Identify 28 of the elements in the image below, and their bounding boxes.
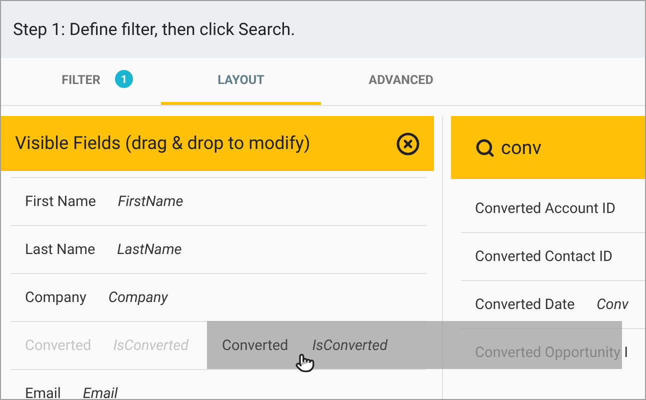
field-row[interactable]: First Name FirstName [11, 177, 426, 225]
field-api-name: LastName [117, 241, 182, 258]
field-api-name: IsConverted [312, 336, 388, 354]
search-field[interactable]: conv [501, 136, 601, 159]
field-label: Converted Contact ID [475, 248, 613, 265]
field-api-name: FirstName [118, 193, 184, 210]
field-label: First Name [25, 193, 96, 210]
field-api-name: Conv [596, 296, 628, 313]
tab[interactable]: LAYOUT [161, 58, 321, 105]
close-icon[interactable] [396, 132, 420, 156]
search-icon [475, 138, 495, 158]
tab[interactable]: ADVANCED [321, 58, 481, 105]
field-api-name: Email [82, 385, 118, 399]
field-row[interactable]: Last Name LastName [11, 225, 426, 273]
field-label: Converted [222, 336, 288, 354]
field-row[interactable]: Converted Contact ID [461, 232, 645, 280]
panel-title: Visible Fields (drag & drop to modify) [15, 133, 312, 154]
field-label: Email [25, 385, 61, 399]
field-row[interactable]: Converted Account ID [461, 185, 645, 232]
hand-cursor-icon [295, 353, 315, 373]
field-label: Last Name [25, 241, 96, 258]
count-badge: 1 [115, 70, 133, 88]
field-api-name: Company [108, 289, 168, 306]
field-label: Converted Account ID [475, 200, 616, 217]
step-title: Step 1: Define filter, then click Search. [13, 20, 296, 40]
field-label: Converted Date [475, 296, 575, 313]
field-label: Company [25, 289, 86, 306]
tab[interactable]: FILTER 1 [1, 58, 161, 105]
